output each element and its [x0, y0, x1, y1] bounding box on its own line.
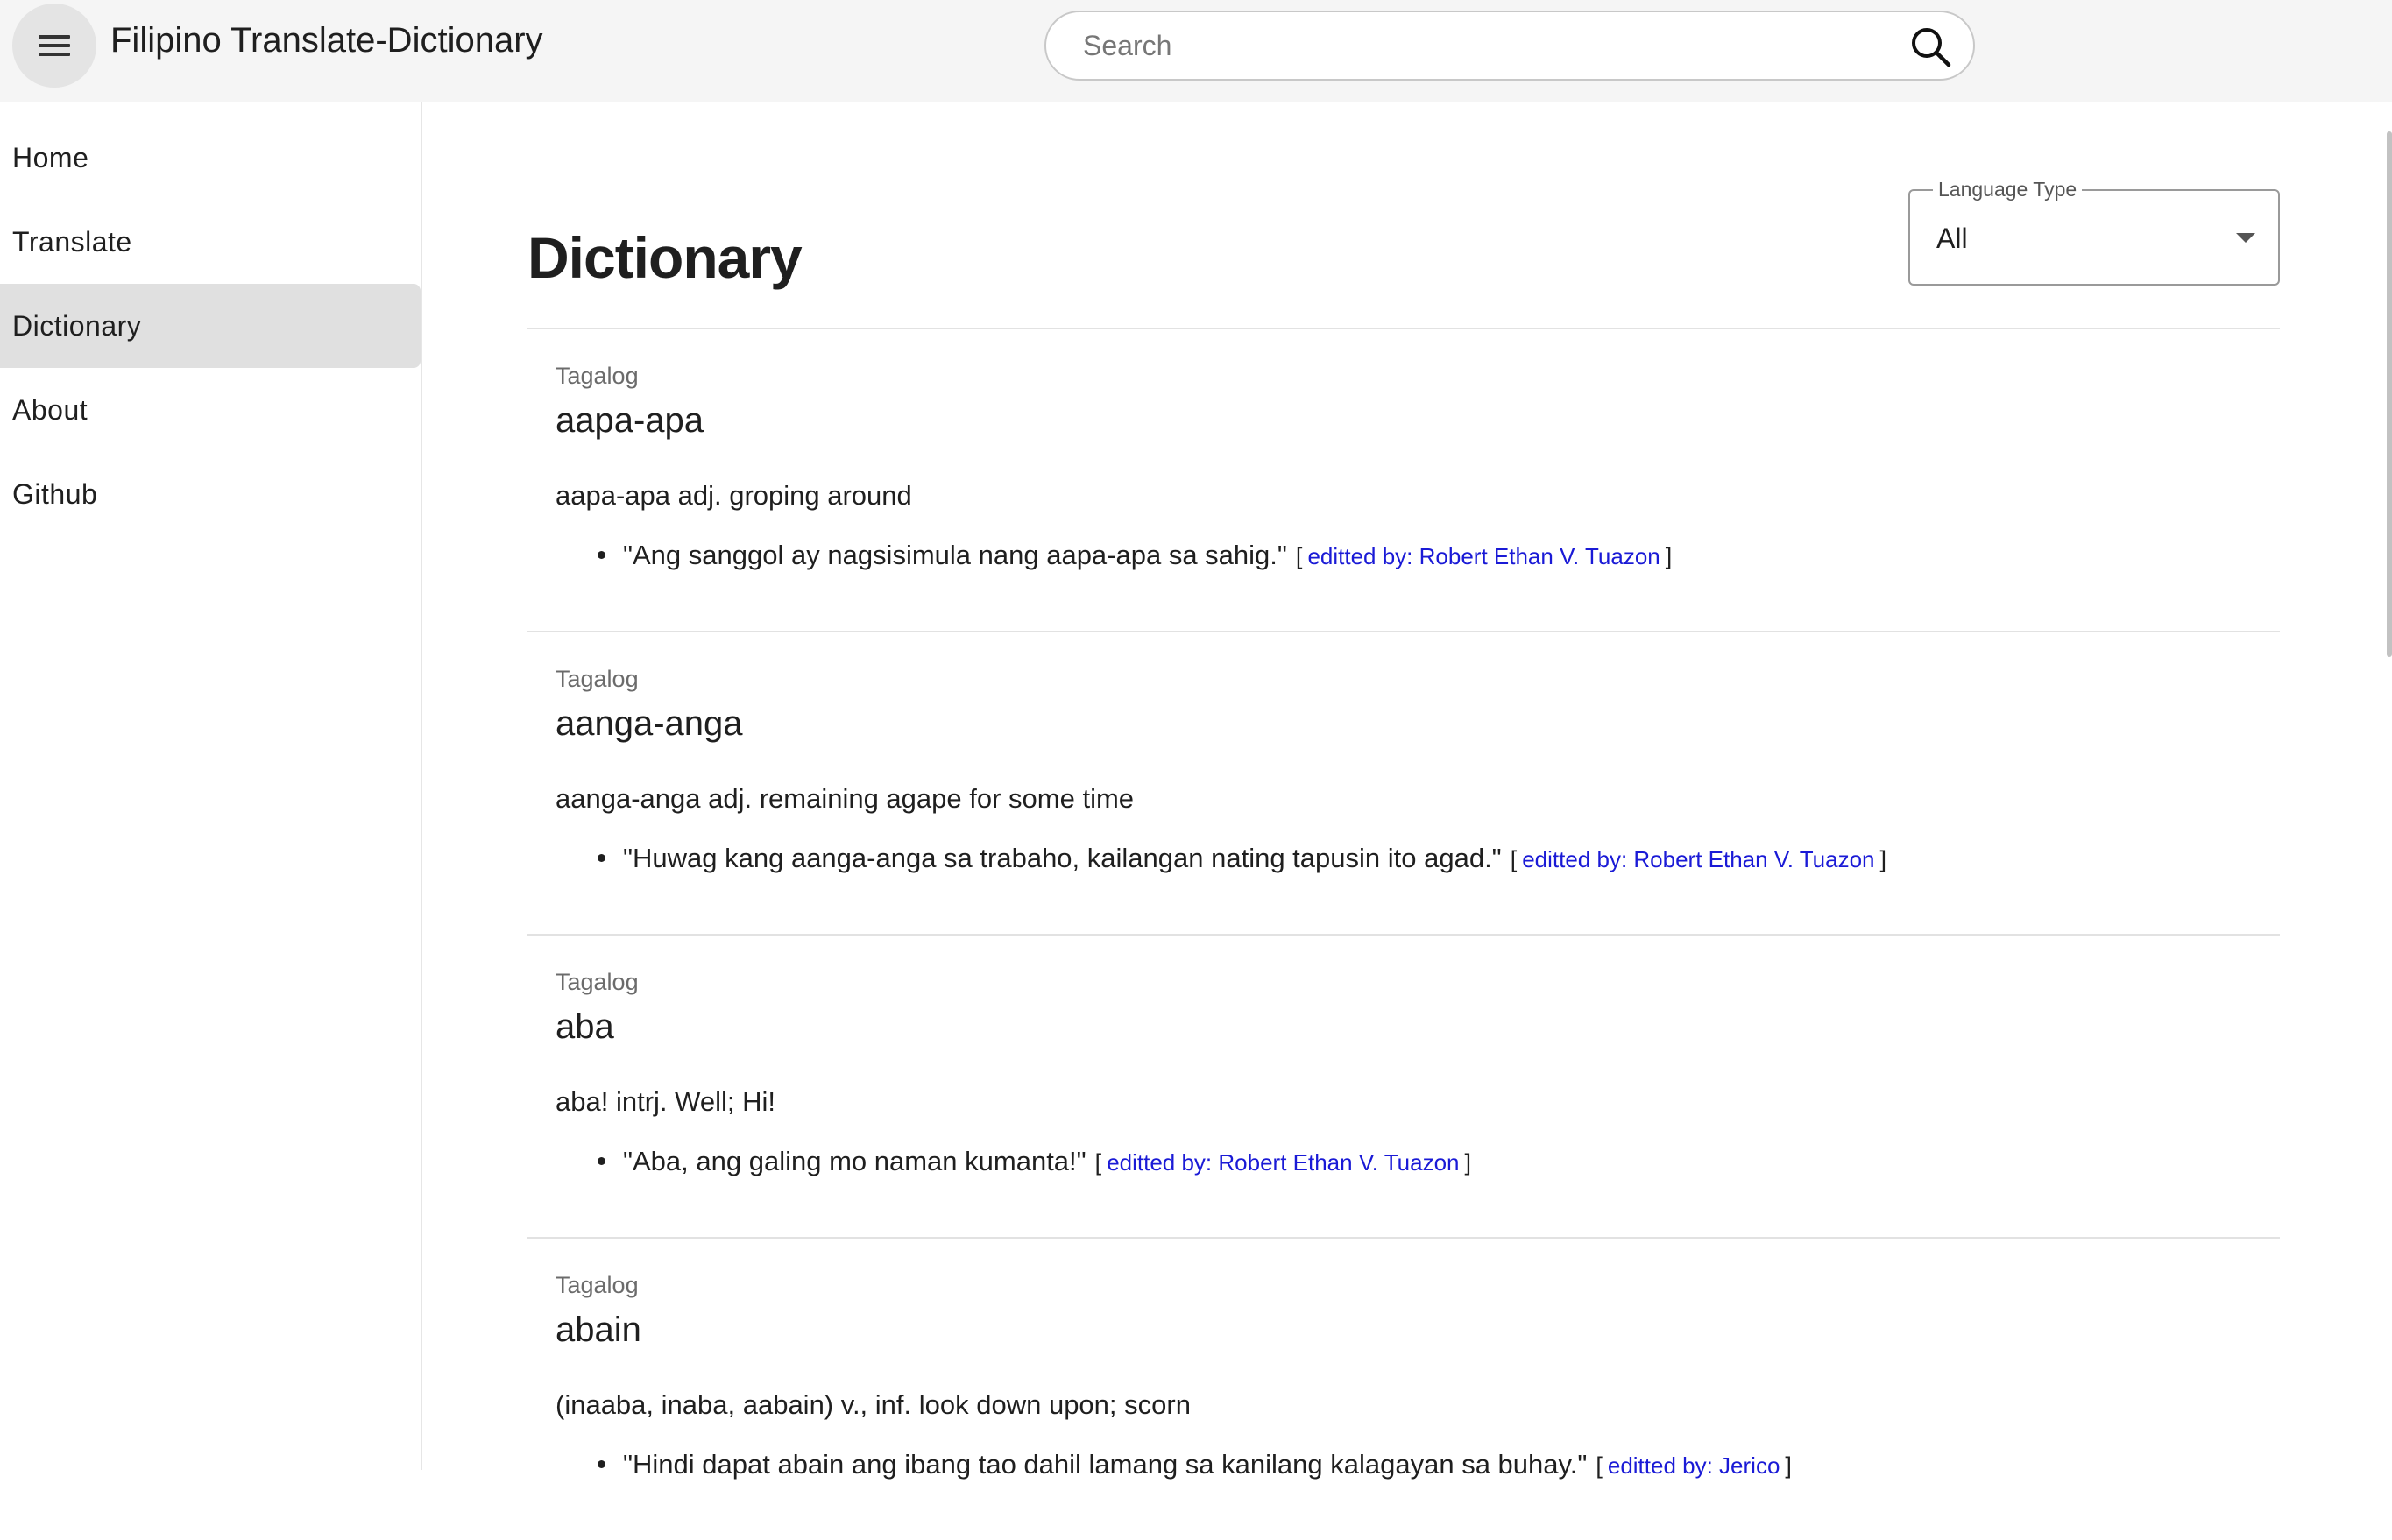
- bracket-close: ]: [1879, 846, 1887, 872]
- page-scrollbar[interactable]: [2387, 131, 2392, 657]
- sidebar-item-home[interactable]: Home: [0, 116, 421, 200]
- sidebar-item-about[interactable]: About: [0, 368, 421, 452]
- language-type-label: Language Type: [1933, 178, 2083, 201]
- editor-link[interactable]: editted by: Robert Ethan V. Tuazon: [1307, 543, 1660, 570]
- example-sentence: "Huwag kang aanga-anga sa trabaho, kaila…: [623, 843, 1502, 873]
- dictionary-entry: Tagalog aanga-anga aanga-anga adj. remai…: [527, 631, 2280, 934]
- sidebar-item-dictionary[interactable]: Dictionary: [0, 284, 421, 368]
- hamburger-menu-icon: [39, 35, 70, 56]
- entry-definition: aanga-anga adj. remaining agape for some…: [556, 783, 1135, 814]
- entry-language: Tagalog: [556, 969, 639, 995]
- entry-example: "Ang sanggol ay nagsisimula nang aapa-ap…: [598, 540, 1672, 571]
- search-bar: [1044, 11, 1975, 81]
- dictionary-entry: Tagalog aapa-apa aapa-apa adj. groping a…: [527, 328, 2280, 631]
- language-type-value: All: [1936, 223, 1968, 254]
- bracket-open: [: [1295, 543, 1303, 569]
- bracket-open: [: [1094, 1149, 1102, 1176]
- sidebar-item-label: About: [12, 393, 88, 426]
- entry-word: aba: [556, 1007, 614, 1046]
- entry-definition: aba! intrj. Well; Hi!: [556, 1086, 775, 1117]
- entry-definition: aapa-apa adj. groping around: [556, 480, 912, 511]
- sidebar-item-github[interactable]: Github: [0, 452, 421, 536]
- example-sentence: "Aba, ang galing mo naman kumanta!": [623, 1146, 1086, 1176]
- bracket-close: ]: [1785, 1452, 1792, 1479]
- sidebar-item-label: Home: [12, 141, 89, 173]
- sidebar-nav: Home Translate Dictionary About Github: [0, 102, 422, 1470]
- bullet: [598, 854, 605, 862]
- dictionary-entry: Tagalog abain (inaaba, inaba, aabain) v.…: [527, 1237, 2280, 1540]
- editor-link[interactable]: editted by: Robert Ethan V. Tuazon: [1522, 846, 1874, 873]
- menu-button[interactable]: [12, 4, 96, 88]
- search-input[interactable]: [1081, 21, 1870, 70]
- entry-example: "Aba, ang galing mo naman kumanta!" [ ed…: [598, 1146, 1471, 1177]
- editor-link[interactable]: editted by: Jerico: [1608, 1452, 1780, 1480]
- entry-language: Tagalog: [556, 1272, 639, 1298]
- bullet: [598, 1460, 605, 1468]
- bracket-open: [: [1510, 846, 1518, 872]
- app-title: Filipino Translate-Dictionary: [110, 21, 543, 60]
- bracket-open: [: [1596, 1452, 1603, 1479]
- sidebar-item-label: Dictionary: [12, 309, 142, 342]
- bullet: [598, 551, 605, 559]
- dictionary-list: Tagalog aapa-apa aapa-apa adj. groping a…: [527, 328, 2280, 1540]
- editor-link[interactable]: editted by: Robert Ethan V. Tuazon: [1107, 1149, 1459, 1176]
- language-type-select[interactable]: Language Type All: [1908, 178, 2280, 286]
- entry-language: Tagalog: [556, 666, 639, 692]
- dictionary-entry: Tagalog aba aba! intrj. Well; Hi! "Aba, …: [527, 934, 2280, 1237]
- entry-example: "Huwag kang aanga-anga sa trabaho, kaila…: [598, 843, 1886, 874]
- bracket-close: ]: [1464, 1149, 1472, 1176]
- entry-definition: (inaaba, inaba, aabain) v., inf. look do…: [556, 1389, 1191, 1420]
- bracket-close: ]: [1665, 543, 1673, 569]
- example-sentence: "Ang sanggol ay nagsisimula nang aapa-ap…: [623, 540, 1287, 570]
- entry-example: "Hindi dapat abain ang ibang tao dahil l…: [598, 1449, 1792, 1480]
- chevron-down-icon: [2236, 233, 2255, 243]
- example-sentence: "Hindi dapat abain ang ibang tao dahil l…: [623, 1449, 1588, 1480]
- sidebar-item-label: Translate: [12, 225, 132, 258]
- main-content: Dictionary Language Type All Tagalog aap…: [424, 102, 2392, 1480]
- top-app-bar: Filipino Translate-Dictionary: [0, 0, 2392, 102]
- page-title: Dictionary: [527, 225, 803, 290]
- entry-word: aanga-anga: [556, 704, 743, 743]
- entry-language: Tagalog: [556, 363, 639, 389]
- bullet: [598, 1157, 605, 1165]
- sidebar-item-translate[interactable]: Translate: [0, 200, 421, 284]
- entry-word: abain: [556, 1310, 641, 1349]
- search-icon[interactable]: [1907, 23, 1956, 72]
- sidebar-item-label: Github: [12, 477, 98, 510]
- entry-word: aapa-apa: [556, 401, 704, 440]
